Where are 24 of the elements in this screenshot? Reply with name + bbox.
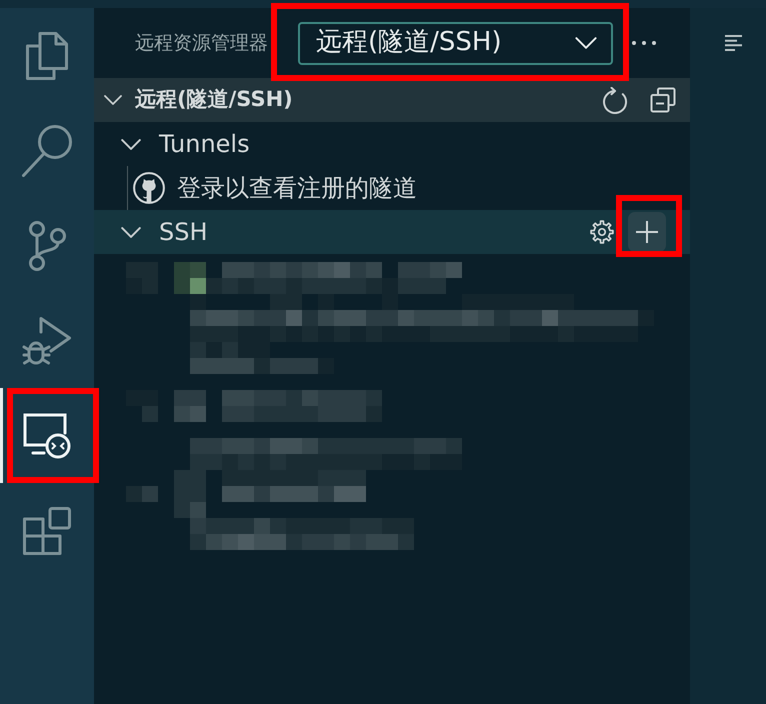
plus-icon [636,221,658,243]
play-bug-icon[interactable] [22,316,72,366]
add-button[interactable] [628,212,666,252]
chevron-down-icon[interactable] [121,138,141,150]
github-icon [133,172,165,204]
settings-icon[interactable] [590,220,614,244]
files-icon[interactable] [26,32,68,80]
tree-item[interactable]: Tunnels [94,122,690,166]
chevron-down-icon[interactable] [121,226,141,238]
blocks-icon[interactable] [23,506,71,554]
view-title: 远程资源管理器 [135,32,268,54]
tree-item[interactable]: 登录以查看注册的隧道 [128,166,690,210]
tree-item[interactable]: SSH [94,210,690,254]
chevron-down-icon[interactable] [104,95,122,105]
more-icon[interactable] [632,41,656,45]
search-icon[interactable] [22,124,72,176]
view-dropdown[interactable]: 远程(隧道/SSH) [298,22,613,64]
chevron-down-icon [575,37,597,49]
branch-icon[interactable] [27,220,67,270]
list-icon[interactable] [725,35,743,51]
remote-monitor-icon[interactable] [23,412,71,458]
section-title[interactable]: 远程(隧道/SSH) [135,87,293,113]
refresh-icon[interactable] [601,86,628,114]
collapse-all-icon[interactable] [650,87,676,113]
